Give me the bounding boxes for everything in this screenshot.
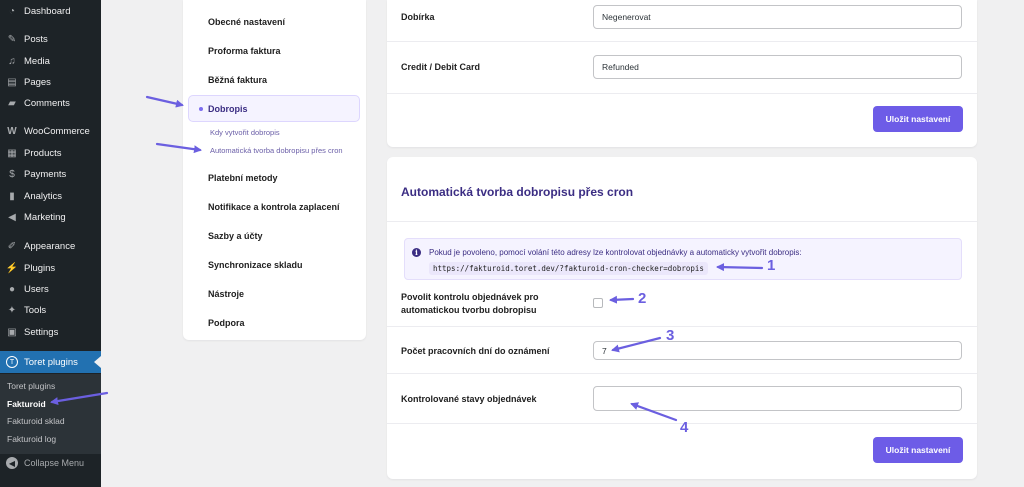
divider [387, 41, 977, 42]
checkbox-label: Povolit kontrolu objednávek pro automati… [401, 292, 539, 315]
sliders-icon: ▣ [7, 326, 17, 338]
wp-submenu-fakturoid[interactable]: Fakturoid [7, 399, 46, 409]
wp-menu-analytics[interactable]: ▮ Analytics [0, 186, 101, 206]
wp-submenu-fakturoid-log[interactable]: Fakturoid log [7, 434, 56, 444]
wp-menu-marketing[interactable]: ◀ Marketing [0, 207, 101, 227]
wp-menu-woocommerce[interactable]: W WooCommerce [0, 121, 101, 141]
save-settings-button[interactable]: Uložit nastavení [873, 437, 963, 463]
wp-menu-products[interactable]: ▦ Products [0, 143, 101, 163]
annotation-1: 1 [767, 257, 776, 274]
divider [387, 221, 977, 222]
wp-menu-appearance[interactable]: ✐ Appearance [0, 236, 101, 256]
wp-admin-sidebar: ◔ Dashboard ✎ Posts ♫ Media ▤ Pages ▰ Comment… [0, 0, 101, 487]
select-dobirka[interactable]: Negenerovat [593, 5, 962, 29]
days-label: Počet pracovních dní do oznámení [401, 346, 550, 356]
wp-menu-payments[interactable]: $ Payments [0, 164, 101, 184]
select-credit-card[interactable]: Refunded [593, 55, 962, 79]
dashboard-icon: ◔ [8, 5, 16, 17]
nav-item-notifikace[interactable]: Notifikace a kontrola zaplacení [208, 202, 340, 212]
wp-menu-users[interactable]: ● Users [0, 279, 101, 299]
row-label-credit-card: Credit / Debit Card [401, 62, 481, 72]
arrow-dobropis [145, 95, 184, 108]
active-dot-icon [199, 107, 203, 111]
nav-item-nastroje[interactable]: Nástroje [208, 289, 244, 299]
nav-item-podpora[interactable]: Podpora [208, 318, 245, 328]
annotation-3: 3 [666, 327, 675, 344]
collapse-icon: ◀ [6, 457, 18, 469]
page-icon: ▤ [7, 76, 17, 88]
wrench-icon: ✦ [7, 304, 17, 316]
section-title: Automatická tvorba dobropisu přes cron [401, 185, 634, 199]
nav-item-sazby[interactable]: Sazby a účty [208, 231, 263, 241]
wp-menu-media[interactable]: ♫ Media [0, 51, 101, 71]
comment-icon: ▰ [8, 97, 16, 109]
woo-icon: W [7, 125, 17, 137]
wp-menu-plugins[interactable]: ⚡ Plugins [0, 258, 101, 278]
wp-submenu-fakturoid-sklad[interactable]: Fakturoid sklad [7, 416, 65, 426]
cron-url: https://fakturoid.toret.dev/?fakturoid-c… [429, 262, 708, 275]
info-icon: i [412, 248, 421, 257]
brush-icon: ✐ [7, 240, 17, 252]
wp-menu-posts[interactable]: ✎ Posts [0, 29, 101, 49]
statuses-label: Kontrolované stavy objednávek [401, 394, 537, 404]
media-icon: ♫ [8, 55, 16, 67]
plug-icon: ⚡ [5, 262, 19, 274]
megaphone-icon: ◀ [8, 211, 16, 223]
wp-menu-pages[interactable]: ▤ Pages [0, 72, 101, 92]
divider [387, 326, 977, 327]
dollar-icon: $ [9, 168, 15, 180]
nav-subitem-kdy-vytvorit[interactable]: Kdy vytvořit dobropis [210, 128, 280, 137]
row-label-dobirka: Dobírka [401, 12, 435, 22]
order-statuses-input[interactable] [593, 386, 962, 411]
chart-icon: ▮ [9, 190, 15, 202]
annotation-2: 2 [638, 290, 647, 307]
settings-nav: Obecné nastavení Proforma faktura Běžná … [183, 0, 366, 340]
nav-subitem-cron[interactable]: Automatická tvorba dobropisu přes cron [210, 146, 343, 155]
user-icon: ● [8, 283, 16, 295]
archive-icon: ▦ [7, 147, 17, 159]
wp-menu-settings[interactable]: ▣ Settings [0, 322, 101, 342]
annotation-4: 4 [680, 419, 689, 436]
nav-item-obecne[interactable]: Obecné nastavení [208, 17, 285, 27]
enable-cron-checkbox[interactable] [593, 298, 603, 308]
wp-menu-comments[interactable]: ▰ Comments [0, 93, 101, 113]
wp-menu-tools[interactable]: ✦ Tools [0, 300, 101, 320]
nav-item-bezna-faktura[interactable]: Běžná faktura [208, 75, 267, 85]
nav-item-proforma[interactable]: Proforma faktura [208, 46, 281, 56]
wp-submenu: Toret plugins Fakturoid Fakturoid sklad … [0, 374, 101, 454]
toret-logo-icon: T [6, 356, 18, 368]
nav-item-dobropis[interactable]: Dobropis [188, 95, 360, 122]
collapse-menu-button[interactable]: ◀ Collapse Menu [6, 457, 84, 469]
divider [387, 373, 977, 374]
save-settings-button[interactable]: Uložit nastavení [873, 106, 963, 132]
wp-menu-dashboard[interactable]: ◔ Dashboard [0, 1, 101, 21]
wp-submenu-toret-plugins[interactable]: Toret plugins [7, 381, 55, 391]
nav-item-platebni-metody[interactable]: Platební metody [208, 173, 278, 183]
payment-status-card: Dobírka Negenerovat Credit / Debit Card … [387, 0, 977, 147]
pin-icon: ✎ [7, 33, 17, 45]
divider [387, 93, 977, 94]
info-notice: i Pokud je povoleno, pomocí volání této … [404, 238, 962, 280]
nav-item-synchronizace[interactable]: Synchronizace skladu [208, 260, 303, 270]
wp-menu-toret-plugins[interactable]: T Toret plugins [0, 351, 101, 373]
info-text: Pokud je povoleno, pomocí volání této ad… [429, 248, 802, 257]
days-input[interactable]: 7 [593, 341, 962, 360]
